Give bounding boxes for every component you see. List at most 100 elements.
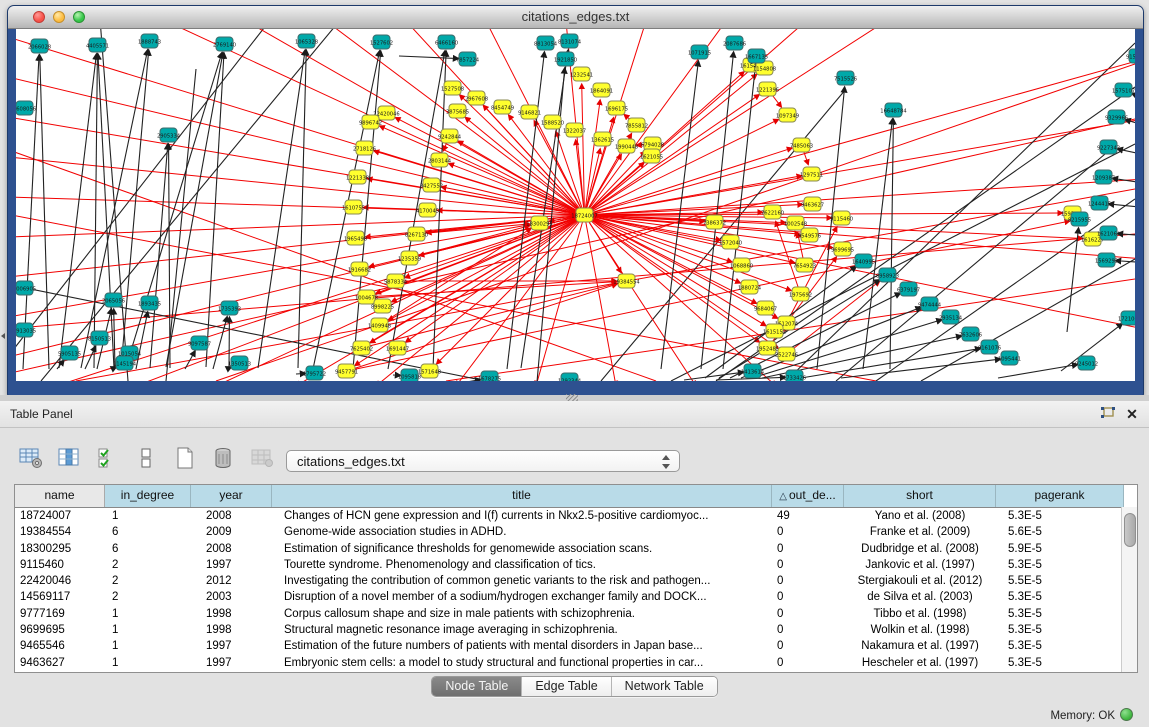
graph-node[interactable]: 1221396 xyxy=(756,82,779,96)
graph-node[interactable]: 1696175 xyxy=(605,101,628,115)
graph-node[interactable]: 8454749 xyxy=(491,100,514,114)
graph-node[interactable]: 9474444 xyxy=(918,297,942,311)
graph-node[interactable]: 7625402 xyxy=(350,341,373,355)
graph-node[interactable]: 7632606 xyxy=(959,327,982,341)
graph-node[interactable]: 2803144 xyxy=(428,153,452,167)
black-edge[interactable] xyxy=(258,50,305,368)
black-edge[interactable] xyxy=(998,365,1078,378)
graph-node[interactable]: 8813054 xyxy=(534,36,558,50)
graph-node[interactable]: 2066028 xyxy=(28,39,51,53)
graph-node[interactable]: 7386372 xyxy=(703,215,726,229)
graph-node[interactable]: 2608056 xyxy=(16,101,36,115)
graph-node[interactable]: 3427552 xyxy=(420,178,443,192)
graph-node[interactable]: 1916682 xyxy=(348,262,371,276)
network-canvas[interactable]: 1872400722420046989674227181261221338161… xyxy=(16,29,1135,381)
black-edge[interactable] xyxy=(1067,228,1079,332)
graph-node[interactable]: 9699695 xyxy=(831,242,854,256)
graph-node[interactable]: 7622160 xyxy=(761,205,784,219)
graph-node[interactable]: 1893435 xyxy=(138,296,161,310)
black-edge[interactable] xyxy=(150,144,168,368)
black-edge[interactable] xyxy=(40,55,49,369)
graph-node[interactable]: 1235359 xyxy=(398,251,421,265)
graph-node[interactable]: 9329966 xyxy=(1105,110,1128,124)
close-panel-icon[interactable]: ✕ xyxy=(1123,406,1141,422)
table-selector-dropdown[interactable]: citations_edges.txt xyxy=(286,450,680,472)
graph-node[interactable]: 1350513 xyxy=(228,356,251,370)
red-edge[interactable] xyxy=(296,215,585,381)
black-edge[interactable] xyxy=(817,87,845,369)
graph-node[interactable]: 7485063 xyxy=(790,138,813,152)
table-mode-icon[interactable] xyxy=(17,445,45,473)
black-edge[interactable] xyxy=(206,53,224,367)
red-edge[interactable] xyxy=(585,59,1136,215)
graph-node[interactable]: 9097587 xyxy=(188,336,211,350)
black-edge[interactable] xyxy=(890,119,893,369)
graph-node[interactable]: 2769140 xyxy=(213,37,236,51)
graph-node[interactable]: 1097349 xyxy=(776,108,799,122)
graph-node[interactable]: 1610755 xyxy=(342,200,365,214)
graph-node[interactable]: 4405571 xyxy=(86,38,109,52)
black-edge[interactable] xyxy=(298,50,306,368)
float-panel-icon[interactable] xyxy=(1099,406,1117,422)
graph-node[interactable]: 8958923 xyxy=(876,268,899,282)
graph-node[interactable]: 9896742 xyxy=(359,115,382,129)
graph-node[interactable]: 7857224 xyxy=(456,52,480,66)
table-row[interactable]: 969969511998Structural magnetic resonanc… xyxy=(15,622,1137,638)
graph-node[interactable]: 9227343 xyxy=(1097,140,1120,154)
tab-network-table[interactable]: Network Table xyxy=(612,677,717,696)
graph-node[interactable]: 8131074 xyxy=(558,34,582,48)
graph-node[interactable]: 1095441 xyxy=(998,351,1021,365)
graph-node[interactable]: 9161076 xyxy=(978,340,1001,354)
graph-node[interactable]: 1733426 xyxy=(783,370,806,381)
graph-node[interactable]: 9115460 xyxy=(830,211,853,225)
graph-node[interactable]: 7654923 xyxy=(793,258,816,272)
column-header-title[interactable]: title xyxy=(272,485,772,507)
graph-node[interactable]: 1569293 xyxy=(1095,253,1118,267)
graph-node[interactable]: 4170045 xyxy=(416,203,439,217)
scrollbar-thumb[interactable] xyxy=(1124,513,1136,547)
red-edge[interactable] xyxy=(585,148,792,215)
black-edge[interactable] xyxy=(136,312,148,369)
black-edge[interactable] xyxy=(213,317,227,369)
show-columns-icon[interactable] xyxy=(55,445,83,473)
black-edge[interactable] xyxy=(126,53,222,367)
graph-node[interactable]: 1527602 xyxy=(370,35,393,49)
table-vertical-scrollbar[interactable] xyxy=(1121,507,1137,672)
red-edge[interactable] xyxy=(16,77,585,215)
black-edge[interactable] xyxy=(1108,204,1135,208)
graph-node[interactable]: 1292344 xyxy=(558,373,582,381)
graph-node[interactable]: 1095818 xyxy=(398,369,421,381)
tab-node-table[interactable]: Node Table xyxy=(432,677,522,696)
red-edge[interactable] xyxy=(776,221,801,294)
graph-node[interactable]: 1244415 xyxy=(1088,196,1111,210)
graph-node[interactable]: 9684067 xyxy=(754,301,777,315)
graph-node[interactable]: 1409948 xyxy=(368,318,391,332)
graph-node[interactable]: 1864091 xyxy=(590,83,613,97)
graph-node[interactable]: 6466160 xyxy=(435,35,458,49)
graph-node[interactable]: 16648784 xyxy=(880,103,907,117)
column-header-name[interactable]: name xyxy=(15,485,105,507)
graph-node[interactable]: 1678275 xyxy=(478,371,501,381)
graph-node[interactable]: 9242844 xyxy=(438,129,462,143)
graph-node[interactable]: 1065328 xyxy=(295,34,318,48)
graph-node[interactable]: 5878334 xyxy=(384,274,408,288)
graph-node[interactable]: 1068860 xyxy=(730,258,753,272)
graph-node[interactable]: 3913035 xyxy=(16,323,36,337)
table-row[interactable]: 1456911722003Disruption of a novel membe… xyxy=(15,589,1137,605)
table-row[interactable]: 946362711997Embryonic stem cells: a mode… xyxy=(15,655,1137,671)
delete-table-icon[interactable] xyxy=(248,445,276,473)
graph-node[interactable]: 2967608 xyxy=(465,91,488,105)
red-edge[interactable] xyxy=(16,149,656,381)
graph-node[interactable]: 1888743 xyxy=(138,34,161,48)
table-row[interactable]: 2242004622012Investigating the contribut… xyxy=(15,573,1137,589)
graph-node[interactable]: 1990448 xyxy=(615,139,638,153)
column-header-year[interactable]: year xyxy=(191,485,272,507)
graph-node[interactable]: 8215955 xyxy=(1068,212,1091,226)
table-row[interactable]: 1872400712008Changes of HCN gene express… xyxy=(15,508,1137,524)
graph-node[interactable]: 2718126 xyxy=(353,141,376,155)
graph-node[interactable]: 8998225 xyxy=(371,299,394,313)
graph-node[interactable]: 9457791 xyxy=(335,364,358,378)
graph-node[interactable]: 9245012 xyxy=(1075,356,1098,370)
graph-node[interactable]: 1575107 xyxy=(1112,83,1135,97)
graph-node[interactable]: 1209387 xyxy=(1092,170,1115,184)
